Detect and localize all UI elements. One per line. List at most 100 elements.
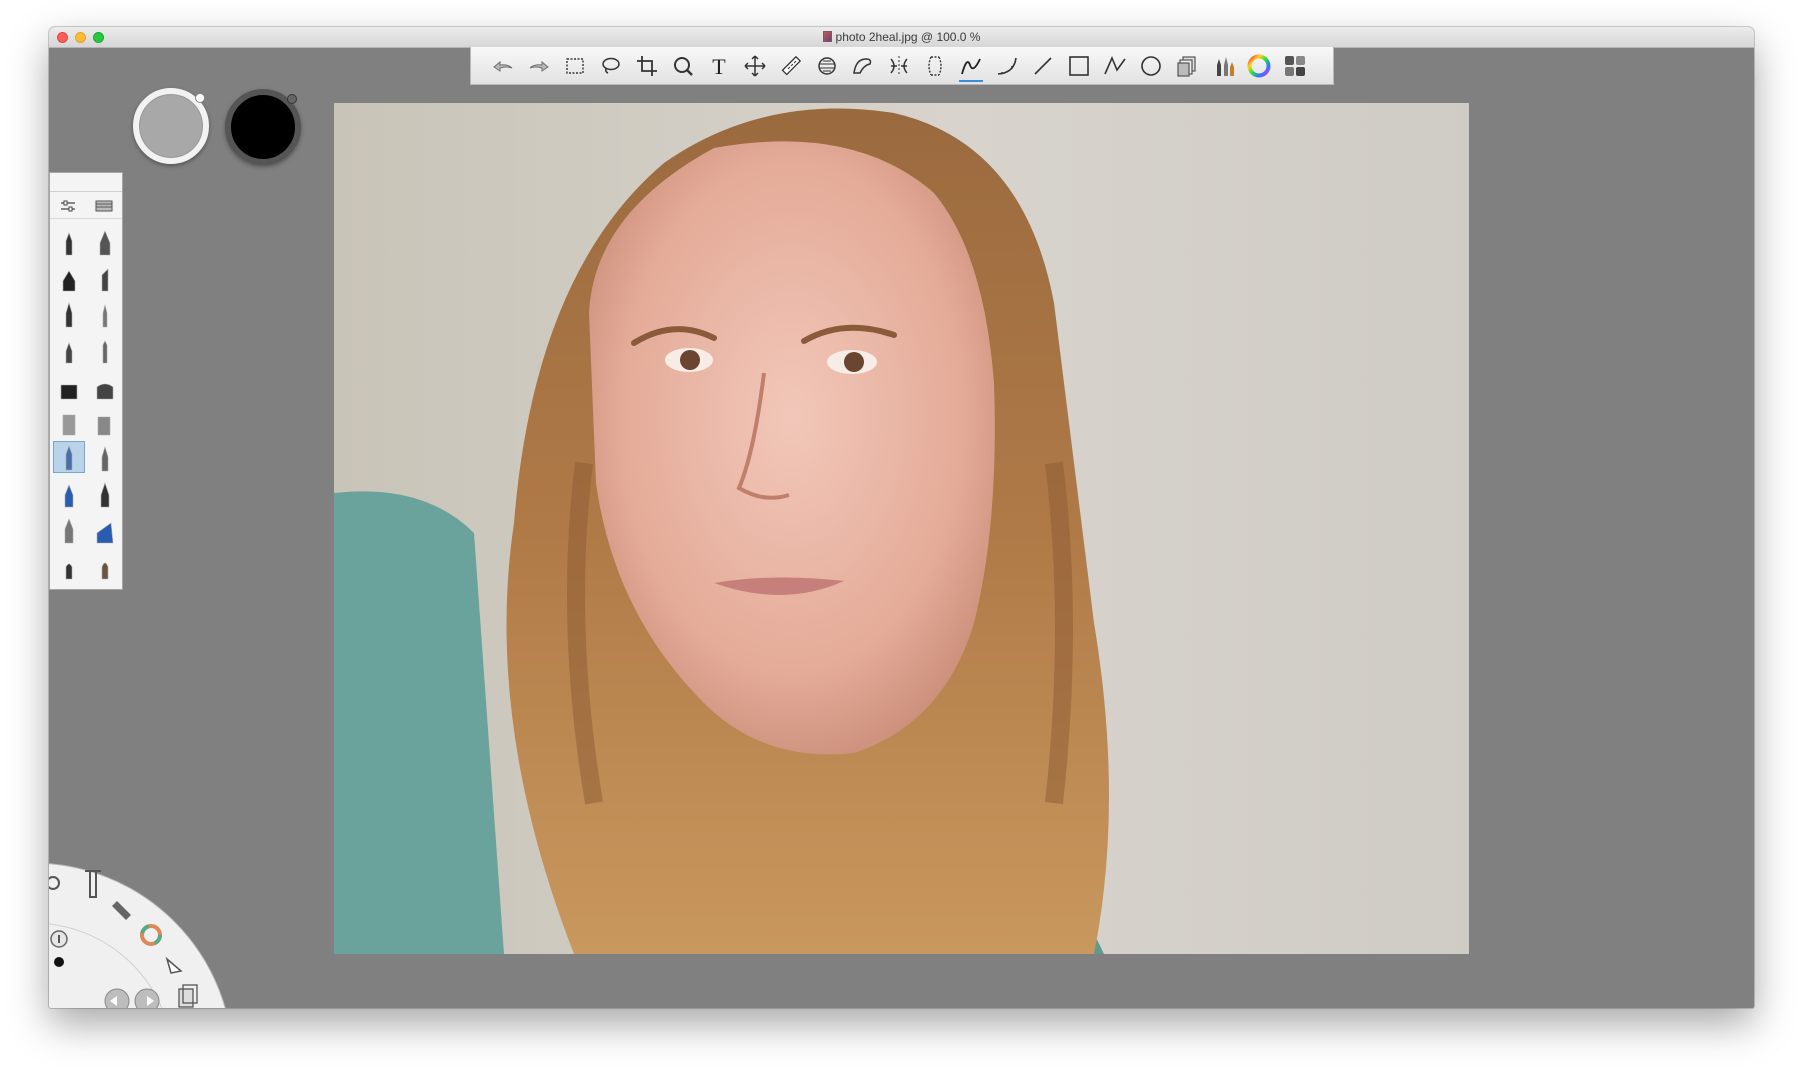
brush-icon — [62, 414, 76, 436]
brush-library-button[interactable] — [1205, 49, 1241, 83]
brush-preset-10[interactable] — [89, 369, 121, 401]
circle-icon — [1141, 55, 1161, 76]
curve-button[interactable] — [989, 49, 1025, 83]
crop-icon — [637, 55, 657, 76]
brush-icon — [64, 484, 74, 508]
info-icon[interactable] — [50, 930, 68, 948]
brush-list-button[interactable] — [94, 198, 114, 214]
brush-preset-13[interactable] — [53, 441, 85, 473]
brush-preset-7[interactable] — [53, 333, 85, 365]
svg-text:T: T — [712, 54, 726, 79]
redo-icon[interactable] — [134, 988, 160, 1008]
crop-button[interactable] — [629, 49, 665, 83]
brush-preset-1[interactable] — [53, 225, 85, 257]
move-icon — [744, 54, 766, 77]
text-button[interactable]: T — [701, 49, 737, 83]
brush-preset-2[interactable] — [89, 225, 121, 257]
canvas[interactable] — [334, 103, 1469, 954]
primary-color-swatch[interactable] — [133, 88, 209, 164]
brush-palette-header — [50, 192, 122, 219]
layers-button[interactable] — [1169, 49, 1205, 83]
swatch-handle-icon — [195, 93, 205, 103]
brush-icon — [65, 445, 73, 471]
document-icon — [822, 31, 832, 42]
redo-button[interactable] — [521, 49, 557, 83]
brush-preset-11[interactable] — [53, 405, 85, 437]
lagoon-menu — [49, 863, 226, 1008]
brush-preset-19[interactable] — [53, 549, 85, 581]
brush-properties-icon — [61, 200, 75, 212]
brush-icon — [64, 518, 74, 544]
ruler-icon — [781, 55, 802, 75]
brush-icon — [102, 304, 108, 328]
ellipse-guide-button[interactable] — [809, 49, 845, 83]
brush-icon — [65, 342, 73, 364]
layers-icon — [1177, 55, 1196, 77]
brush-palette-grabber[interactable] — [50, 173, 122, 192]
brush-preset-20[interactable] — [89, 549, 121, 581]
brush-icon — [65, 301, 73, 328]
line-button[interactable] — [1025, 49, 1061, 83]
brush-preset-5[interactable] — [53, 297, 85, 329]
rect-select-icon — [566, 57, 584, 74]
brush-icon — [102, 340, 108, 364]
brush-preset-8[interactable] — [89, 333, 121, 365]
secondary-color-swatch[interactable] — [225, 89, 301, 165]
lasso-button[interactable] — [593, 49, 629, 83]
brush-preset-14[interactable] — [89, 441, 121, 473]
french-curve-button[interactable] — [845, 49, 881, 83]
symmetry-button[interactable] — [881, 49, 917, 83]
brush-preset-12[interactable] — [89, 405, 121, 437]
brush-icon — [100, 482, 110, 508]
dot-icon[interactable] — [54, 957, 64, 967]
brush-preset-6[interactable] — [89, 297, 121, 329]
main-toolbar: T — [470, 47, 1334, 85]
brush-icon — [65, 563, 73, 580]
ruler-button[interactable] — [773, 49, 809, 83]
rectangle-icon — [1069, 55, 1089, 76]
zoom-button[interactable] — [665, 49, 701, 83]
copic-colors-button[interactable] — [1277, 49, 1313, 83]
polyline-icon — [1104, 55, 1126, 74]
brush-preset-9[interactable] — [53, 369, 85, 401]
rectangle-button[interactable] — [1061, 49, 1097, 83]
polyline-button[interactable] — [1097, 49, 1133, 83]
brush-grid — [50, 219, 122, 587]
brush-icon — [101, 445, 109, 472]
brush-icon — [96, 522, 114, 544]
brush-preset-17[interactable] — [53, 513, 85, 545]
brush-preset-15[interactable] — [53, 477, 85, 509]
brush-icon — [96, 383, 114, 400]
window-title-wrap: photo 2heal.jpg @ 100.0 % — [49, 30, 1754, 44]
move-button[interactable] — [737, 49, 773, 83]
brush-icon — [65, 232, 73, 256]
brush-preset-3[interactable] — [53, 261, 85, 293]
curve-icon — [997, 57, 1017, 75]
brush-preset-4[interactable] — [89, 261, 121, 293]
brush-preset-16[interactable] — [89, 477, 121, 509]
undo-icon — [493, 60, 513, 72]
photo-image — [334, 103, 1469, 954]
stroke-icon — [961, 58, 981, 74]
distort-button[interactable] — [917, 49, 953, 83]
stroke-button[interactable] — [953, 49, 989, 83]
undo-button[interactable] — [485, 49, 521, 83]
brush-palette — [49, 172, 123, 590]
circle-button[interactable] — [1133, 49, 1169, 83]
brush-preset-18[interactable] — [89, 513, 121, 545]
brush-icon — [60, 384, 78, 400]
brush-properties-button[interactable] — [58, 198, 78, 214]
brush-icon — [97, 416, 111, 436]
brush-icon — [101, 562, 109, 580]
french-curve-icon — [853, 57, 872, 74]
swatch-handle-icon — [287, 94, 297, 104]
window-title: photo 2heal.jpg @ 100.0 % — [835, 30, 981, 44]
brush-icon — [62, 270, 76, 292]
rect-select-button[interactable] — [557, 49, 593, 83]
brush-list-icon — [95, 200, 113, 212]
distort-icon — [928, 55, 942, 76]
symmetry-icon — [890, 55, 908, 76]
color-wheel-button[interactable] — [1241, 49, 1277, 83]
undo-icon[interactable] — [104, 988, 130, 1008]
redo-icon — [529, 60, 549, 72]
